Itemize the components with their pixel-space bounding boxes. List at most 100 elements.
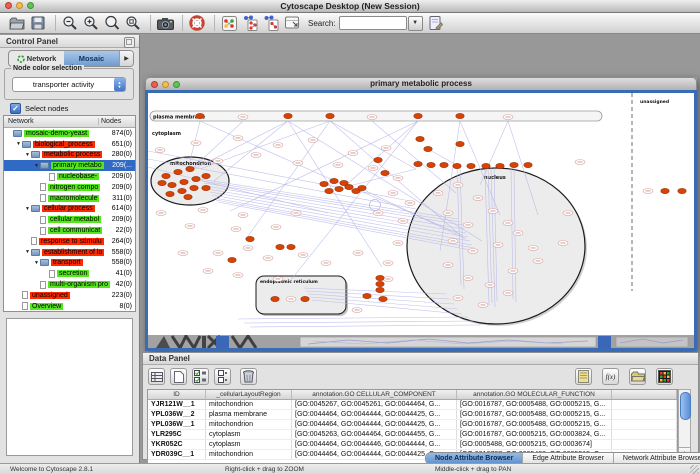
cell-molecular-function[interactable]: [GO:0005488, GO:0005215, GO:0003674] <box>457 440 612 449</box>
graph-node-selected-color[interactable] <box>202 173 210 178</box>
cell-cellular-component[interactable]: [GO:0044464, GO:0044446, GO:0044444, G..… <box>292 440 457 449</box>
network-view-window[interactable]: primary metabolic process plasma membran… <box>145 77 697 351</box>
graph-node-selected-color[interactable] <box>456 141 464 146</box>
tree-row[interactable]: ▼metabolic process280(0) <box>4 150 135 161</box>
cell-cellular-component[interactable]: [GO:0044464, GO:0044444, GO:0044425, G..… <box>292 420 457 429</box>
graph-node-selected-color[interactable] <box>330 178 338 183</box>
tree-row[interactable]: ▼primary metabo209(... <box>4 160 135 171</box>
graph-node-selected-color[interactable] <box>345 184 353 189</box>
unselect-attributes-icon[interactable] <box>214 368 231 385</box>
col-molecular-function[interactable]: annotation.GO MOLECULAR_FUNCTION <box>457 390 612 399</box>
table-row[interactable]: YPL036W__2plasma membrane[GO:0044464, GO… <box>148 410 677 420</box>
graph-node-selected-color[interactable] <box>335 186 343 191</box>
import-attributes-icon[interactable] <box>262 14 280 32</box>
select-attributes-icon[interactable] <box>192 368 209 385</box>
graph-node-selected-color[interactable] <box>178 188 186 193</box>
table-row[interactable]: YLR295Ccytoplasm[GO:0045263, GO:0044464,… <box>148 430 677 440</box>
graph-node-selected-color[interactable] <box>496 163 504 168</box>
graph-node-selected-color[interactable] <box>379 296 387 301</box>
expand-arrow-icon[interactable]: ▼ <box>24 249 31 255</box>
cell-cellular-component[interactable]: [GO:0045263, GO:0044464, GO:0044455, G..… <box>292 430 457 439</box>
table-row[interactable]: YPL036W__1mitochondrion[GO:0044464, GO:0… <box>148 420 677 430</box>
tab-network[interactable]: Network <box>9 51 64 66</box>
cell-id[interactable]: YLR295C <box>148 430 206 439</box>
open-file-icon[interactable] <box>8 14 26 32</box>
tree-row[interactable]: ▼transport558(0) <box>4 258 135 269</box>
graph-node-selected-color[interactable] <box>190 185 198 190</box>
graph-node-selected-color[interactable] <box>276 244 284 249</box>
table-row[interactable]: YKR052Ccytoplasm[GO:0044464, GO:0044446,… <box>148 440 677 450</box>
cell-cellular-component[interactable]: [GO:0044464, GO:0044444, GO:0044425, G..… <box>292 410 457 419</box>
graph-node-selected-color[interactable] <box>325 188 333 193</box>
attribute-browser-icon[interactable] <box>148 368 165 385</box>
graph-node-selected-color[interactable] <box>271 296 279 301</box>
graph-node-selected-color[interactable] <box>162 173 170 178</box>
cell-id[interactable]: YDR039C__1 <box>148 450 206 459</box>
tree-row[interactable]: nucleobase-209(0) <box>4 171 135 182</box>
network-window-titlebar[interactable]: primary metabolic process <box>145 77 697 90</box>
col-id[interactable]: ID <box>148 390 206 399</box>
graph-node-selected-color[interactable] <box>284 113 292 118</box>
cell-id[interactable]: YPL036W__1 <box>148 420 206 429</box>
tree-row[interactable]: nitrogen compo209(0) <box>4 182 135 193</box>
tab-mosaic[interactable]: Mosaic <box>64 51 119 66</box>
table-row[interactable]: YJR121W__1mitochondrion[GO:0045267, GO:0… <box>148 400 677 410</box>
resize-grip[interactable] <box>690 465 699 474</box>
graph-node-selected-color[interactable] <box>166 191 174 196</box>
window-titlebar[interactable]: Cytoscape Desktop (New Session) <box>0 0 700 13</box>
graph-node-selected-color[interactable] <box>301 296 309 301</box>
graph-node-selected-color[interactable] <box>482 163 490 168</box>
graph-node-selected-color[interactable] <box>416 136 424 141</box>
tree-row[interactable]: unassigned223(0) <box>4 290 135 301</box>
import-network-icon[interactable] <box>241 14 259 32</box>
graph-node-selected-color[interactable] <box>424 146 432 151</box>
annotation-icon[interactable] <box>427 14 445 32</box>
graph-node-selected-color[interactable] <box>427 162 435 167</box>
graph-node-selected-color[interactable] <box>320 181 328 186</box>
graph-node-selected-color[interactable] <box>467 163 475 168</box>
graph-node-selected-color[interactable] <box>246 236 254 241</box>
tree-row[interactable]: ▼biological_process651(0) <box>4 139 135 150</box>
notes-icon[interactable] <box>575 368 592 385</box>
cell-molecular-function[interactable]: [GO:0016787, GO:0005488, GO:0005215, G..… <box>457 410 612 419</box>
scrollbar-thumb[interactable] <box>680 392 691 420</box>
graph-node-selected-color[interactable] <box>228 257 236 262</box>
graph-node-selected-color[interactable] <box>287 244 295 249</box>
tree-row[interactable]: multi-organism pro42(0) <box>4 279 135 290</box>
graph-node-selected-color[interactable] <box>376 275 384 280</box>
expand-arrow-icon[interactable]: ▼ <box>24 152 31 158</box>
search-dropdown-button[interactable]: ▼ <box>408 16 423 31</box>
color-attribute-dropdown[interactable]: transporter activity ▲▼ <box>12 77 126 92</box>
import-attribute-file-icon[interactable] <box>629 368 646 385</box>
cell-layout-region[interactable]: mitochondrion <box>206 420 292 429</box>
tab-overflow-arrow[interactable]: ▶ <box>119 51 133 66</box>
graph-node-selected-color[interactable] <box>440 162 448 167</box>
import-table-icon[interactable] <box>283 14 301 32</box>
cell-cellular-component[interactable]: [GO:0045267, GO:0045261, GO:0044464, G..… <box>292 400 457 409</box>
cell-layout-region[interactable]: mitochondrion <box>206 400 292 409</box>
zoom-out-icon[interactable] <box>61 14 79 32</box>
graph-node-selected-color[interactable] <box>196 113 204 118</box>
tree-row[interactable]: ▼cellular process614(0) <box>4 204 135 215</box>
create-network-icon[interactable] <box>220 14 238 32</box>
graph-node-selected-color[interactable] <box>510 162 518 167</box>
graph-node-selected-color[interactable] <box>158 180 166 185</box>
help-icon[interactable] <box>188 14 206 32</box>
select-nodes-checkbox[interactable]: ✓ <box>10 103 21 114</box>
cell-molecular-function[interactable]: [GO:0016787, GO:0005488, GO:0005215, G..… <box>457 420 612 429</box>
graph-node-selected-color[interactable] <box>453 163 461 168</box>
float-panel-icon[interactable] <box>124 37 135 48</box>
expand-arrow-icon[interactable]: ▼ <box>33 260 40 266</box>
graph-node-selected-color[interactable] <box>374 157 382 162</box>
graph-node-selected-color[interactable] <box>192 176 200 181</box>
tree-row[interactable]: Overview8(0) <box>4 301 135 312</box>
graph-node-selected-color[interactable] <box>174 169 182 174</box>
expand-arrow-icon[interactable]: ▼ <box>15 141 22 147</box>
cell-layout-region[interactable]: plasma membrane <box>206 410 292 419</box>
function-builder-icon[interactable]: f(x) <box>602 368 619 385</box>
save-session-icon[interactable] <box>29 14 47 32</box>
col-cellular-component[interactable]: annotation.GO CELLULAR_COMPONENT <box>292 390 457 399</box>
tree-row[interactable]: macromolecule311(0) <box>4 193 135 204</box>
zoom-fit-icon[interactable] <box>124 14 142 32</box>
col-layout-region[interactable]: _cellularLayoutRegion <box>206 390 292 399</box>
